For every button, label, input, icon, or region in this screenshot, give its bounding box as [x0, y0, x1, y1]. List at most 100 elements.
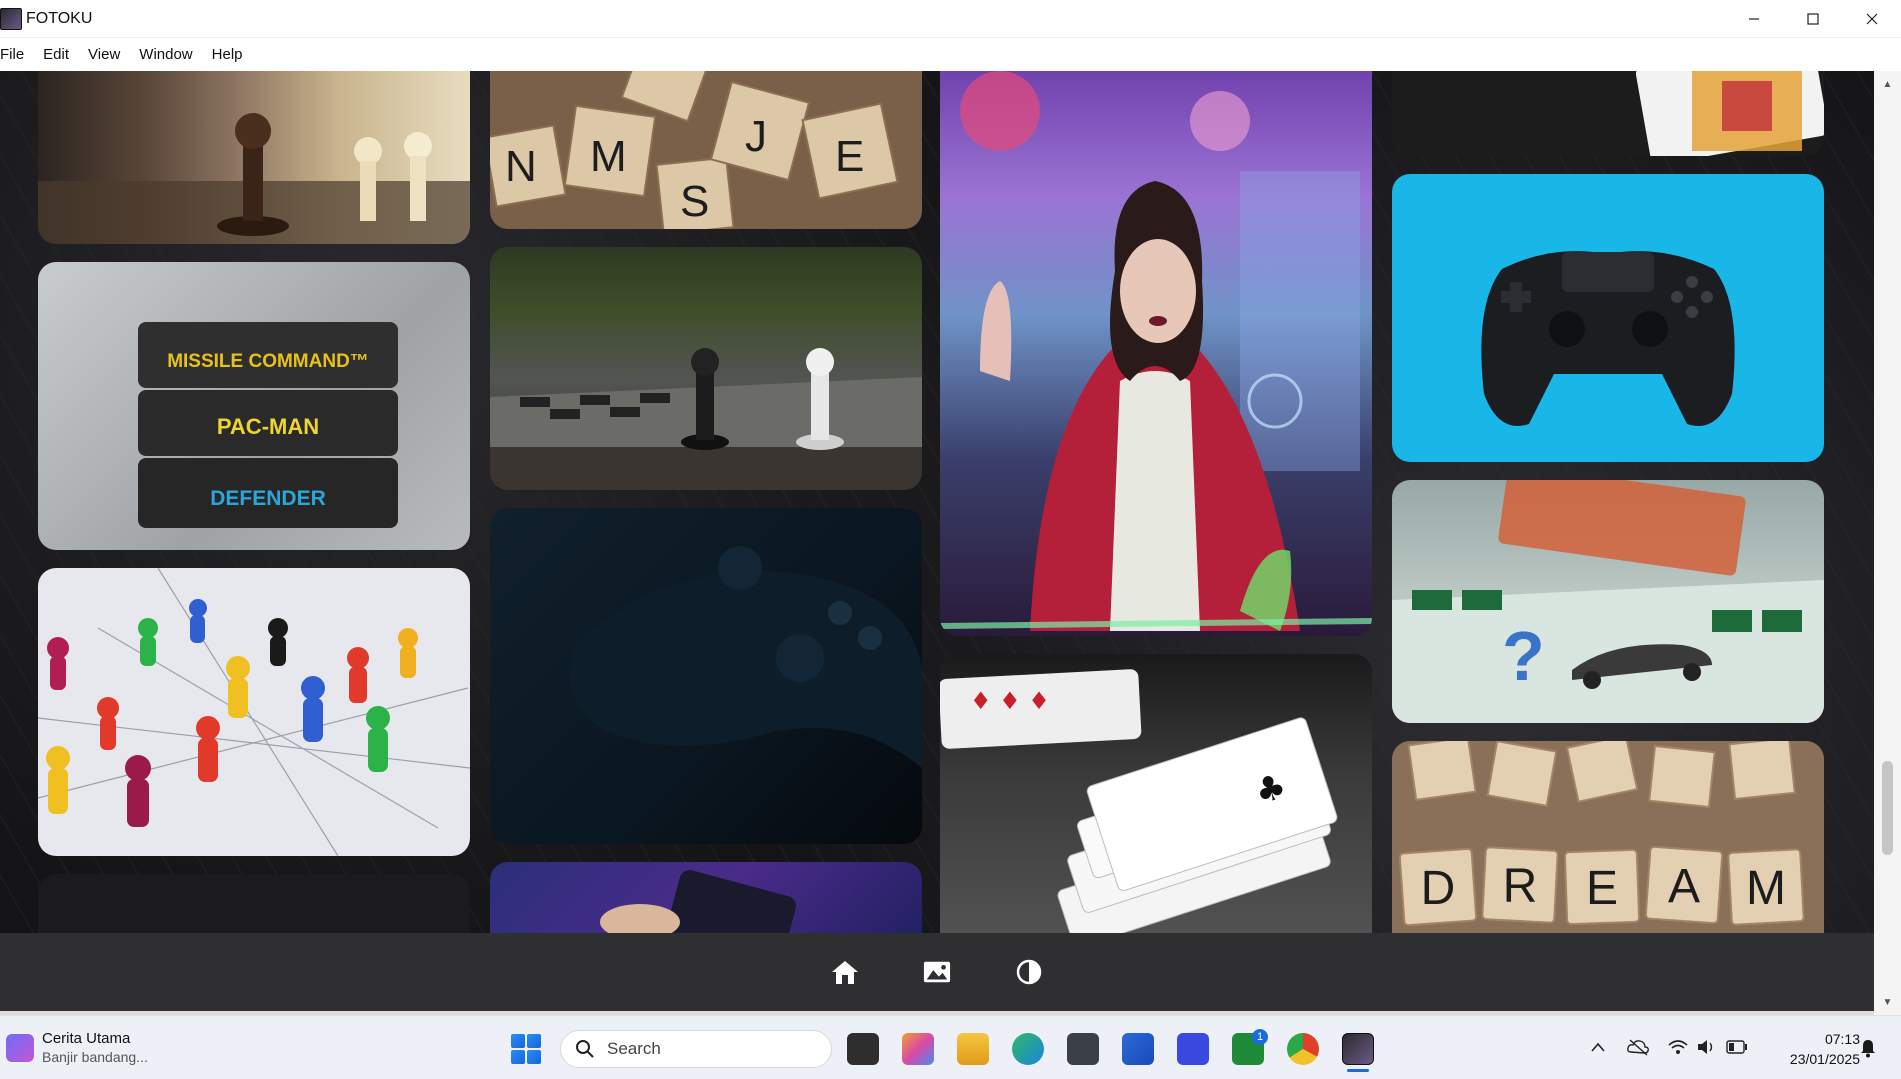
windows-taskbar: Cerita Utama Banjir bandang... Search 1 … [0, 1015, 1901, 1079]
chess-pawns-outdoor-photo[interactable] [490, 247, 922, 490]
scroll-down-icon[interactable]: ▼ [1874, 991, 1901, 1013]
app-icon [0, 7, 22, 30]
dream-letter-d: D [1421, 862, 1456, 915]
svg-text:♦ ♦ ♦: ♦ ♦ ♦ [970, 687, 1050, 715]
home-icon [832, 961, 858, 984]
menu-file[interactable]: File [0, 46, 24, 63]
chess-illustration [38, 113, 470, 244]
svg-text:?: ? [1502, 617, 1545, 695]
menu-bar: File Edit View Window Help [0, 38, 1901, 71]
minimize-icon [1748, 18, 1759, 20]
file-explorer-icon[interactable] [957, 1033, 989, 1065]
cartridge-label-1: MISSILE COMMAND™ [167, 351, 369, 372]
battery-icon[interactable] [1726, 1040, 1748, 1054]
monopoly-photo[interactable]: ? [1392, 480, 1824, 723]
dark-controller-photo[interactable] [490, 508, 922, 844]
window-title: FOTOKU [26, 9, 93, 27]
search-icon [576, 1040, 594, 1058]
dream-tiles-photo[interactable]: D R E A M [1392, 741, 1824, 933]
atari-cartridges-photo[interactable]: MISSILE COMMAND™ PAC-MAN DEFENDER [38, 262, 470, 550]
ps4-controller-photo[interactable] [1392, 174, 1824, 462]
onedrive-offline-icon[interactable] [1627, 1038, 1649, 1056]
dream-tiles-illustration: D R E A M [1398, 741, 1805, 927]
edge-icon[interactable] [1012, 1033, 1044, 1065]
system-clock[interactable]: 07:13 23/01/2025 [1760, 1029, 1860, 1069]
close-icon [1866, 13, 1877, 25]
dream-letter-r: R [1503, 860, 1538, 913]
news-subtitle: Banjir bandang... [42, 1049, 148, 1065]
svg-text:S: S [680, 177, 709, 226]
svg-text:J: J [745, 112, 767, 161]
active-app-indicator [1347, 1069, 1369, 1072]
dream-letter-e: E [1586, 862, 1618, 915]
chevron-up-icon[interactable] [1591, 1042, 1605, 1052]
volume-icon[interactable] [1697, 1038, 1715, 1056]
fotoku-taskbar-icon[interactable] [1342, 1033, 1374, 1065]
controller-dark-illustration [568, 546, 922, 768]
dream-letter-m: M [1746, 862, 1786, 915]
wifi-icon[interactable] [1668, 1038, 1688, 1056]
menu-window[interactable]: Window [139, 46, 192, 63]
gallery-button[interactable] [923, 958, 951, 986]
svg-text:M: M [590, 132, 627, 181]
cartridges-illustration: MISSILE COMMAND™ PAC-MAN DEFENDER [138, 322, 398, 528]
monopoly-illustration: ? [1392, 480, 1824, 723]
menu-help[interactable]: Help [212, 46, 243, 63]
pawns-illustration [38, 568, 470, 856]
vscode-like-icon[interactable] [1177, 1033, 1209, 1065]
windows-logo-icon [511, 1034, 525, 1048]
gallery-icon [923, 961, 951, 983]
game-pawns-network-photo[interactable] [38, 568, 470, 856]
menu-edit[interactable]: Edit [43, 46, 69, 63]
minimize-button[interactable] [1724, 0, 1783, 38]
dark-tile-photo[interactable] [38, 874, 470, 933]
svg-text:E: E [835, 132, 864, 181]
search-placeholder: Search [607, 1039, 661, 1058]
gallery-viewport: MISSILE COMMAND™ PAC-MAN DEFENDER M S J … [0, 71, 1874, 933]
news-icon [6, 1034, 34, 1062]
king-card-illustration [1635, 71, 1824, 156]
svg-text:N: N [505, 142, 537, 191]
contrast-icon [1016, 959, 1042, 985]
vertical-scrollbar[interactable]: ▲ ▼ [1874, 71, 1901, 1015]
news-widget[interactable]: Cerita Utama Banjir bandang... [6, 1030, 148, 1066]
copilot-icon[interactable] [902, 1033, 934, 1065]
arcade-girl-photo[interactable] [940, 71, 1372, 636]
cartridge-label-2: PAC-MAN [217, 414, 319, 439]
title-bar: FOTOKU [0, 0, 1901, 38]
scroll-up-icon[interactable]: ▲ [1874, 73, 1901, 95]
notification-badge: 1 [1252, 1029, 1268, 1045]
notification-bell-icon[interactable] [1858, 1038, 1878, 1058]
taskbar-search[interactable]: Search [560, 1030, 832, 1068]
maximize-icon [1806, 13, 1819, 25]
home-button[interactable] [831, 958, 859, 986]
task-view-icon[interactable] [847, 1033, 879, 1065]
mobile-game-photo[interactable] [490, 862, 922, 933]
outdoor-chess-illustration [490, 348, 922, 490]
dream-letter-a: A [1668, 860, 1700, 913]
scrabble-illustration: M SJ E N [490, 71, 899, 229]
clock-time: 07:13 [1824, 1031, 1860, 1047]
poker-cards-photo[interactable]: ♦ ♦ ♦ ♣ [940, 654, 1372, 933]
arcade-girl-illustration [940, 71, 1372, 631]
cards-illustration: ♦ ♦ ♦ ♣ [940, 669, 1338, 933]
cartridge-label-3: DEFENDER [210, 487, 326, 510]
menu-view[interactable]: View [88, 46, 120, 63]
close-button[interactable] [1842, 0, 1901, 38]
maximize-button[interactable] [1783, 0, 1842, 38]
start-button[interactable] [511, 1034, 541, 1064]
unity-icon[interactable] [1067, 1033, 1099, 1065]
playing-cards-king-photo[interactable] [1392, 71, 1824, 156]
chess-pieces-photo[interactable] [38, 71, 470, 244]
news-title: Cerita Utama [42, 1030, 131, 1047]
scrabble-letters-photo[interactable]: M SJ E N [490, 71, 922, 229]
clock-date: 23/01/2025 [1789, 1051, 1860, 1067]
chrome-icon[interactable] [1287, 1033, 1319, 1065]
window-controls [1724, 0, 1901, 38]
theme-toggle-button[interactable] [1015, 958, 1043, 986]
scroll-thumb[interactable] [1882, 761, 1893, 855]
app-toolbar [0, 933, 1874, 1011]
ps4-controller-illustration [1481, 251, 1735, 426]
store-icon[interactable] [1122, 1033, 1154, 1065]
mobile-illustration [600, 870, 797, 933]
